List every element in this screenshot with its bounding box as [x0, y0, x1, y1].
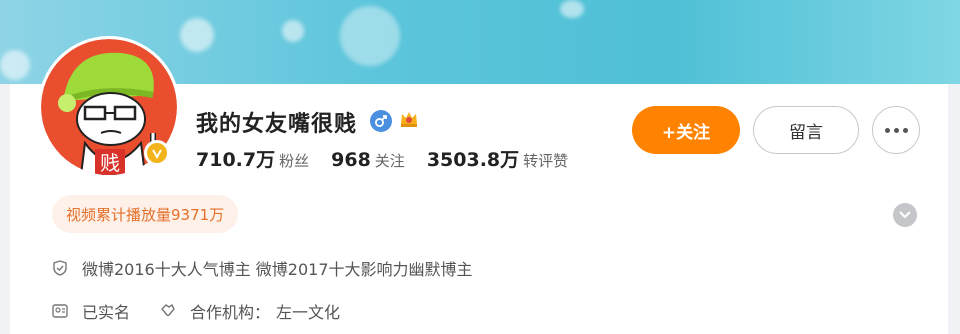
- fans-count[interactable]: 710.7万: [196, 145, 275, 172]
- interactions-count: 3503.8万: [426, 149, 520, 171]
- profile-stats: 710.7万 粉丝 968 关注 3503.8万 转评赞: [196, 145, 590, 172]
- message-button[interactable]: 留言: [753, 106, 859, 154]
- shield-icon: [52, 260, 68, 276]
- vip-crown-icon: [398, 108, 420, 130]
- expand-chevron-icon[interactable]: [893, 203, 917, 227]
- follow-button[interactable]: +关注: [632, 106, 740, 154]
- agency-label: 合作机构：: [190, 303, 271, 322]
- verified-text: 已实名: [82, 303, 131, 322]
- id-card-icon: [52, 303, 68, 319]
- profile-name: 我的女友嘴很贱: [196, 112, 358, 137]
- avatar[interactable]: 贱: [38, 36, 180, 178]
- more-dots-icon: [884, 127, 908, 133]
- handshake-icon: [160, 303, 176, 319]
- following-label[interactable]: 关注: [375, 150, 405, 171]
- verified-badge-icon: [144, 140, 170, 166]
- honors-text: 微博2016十大人气博主 微博2017十大影响力幽默博主: [82, 260, 473, 279]
- identity-row: 已实名 合作机构： 左一文化: [52, 299, 340, 323]
- honors-row: 微博2016十大人气博主 微博2017十大影响力幽默博主: [52, 256, 473, 280]
- male-gender-icon: [370, 110, 392, 132]
- interactions-label: 转评赞: [523, 152, 569, 170]
- agency-name[interactable]: 左一文化: [276, 299, 340, 323]
- video-views-badge: 视频累计播放量9371万: [52, 195, 239, 233]
- avatar-shirt-letter: 贱: [100, 151, 120, 175]
- fans-label[interactable]: 粉丝: [279, 150, 309, 171]
- following-count[interactable]: 968: [331, 149, 371, 171]
- more-options-button[interactable]: [872, 106, 920, 154]
